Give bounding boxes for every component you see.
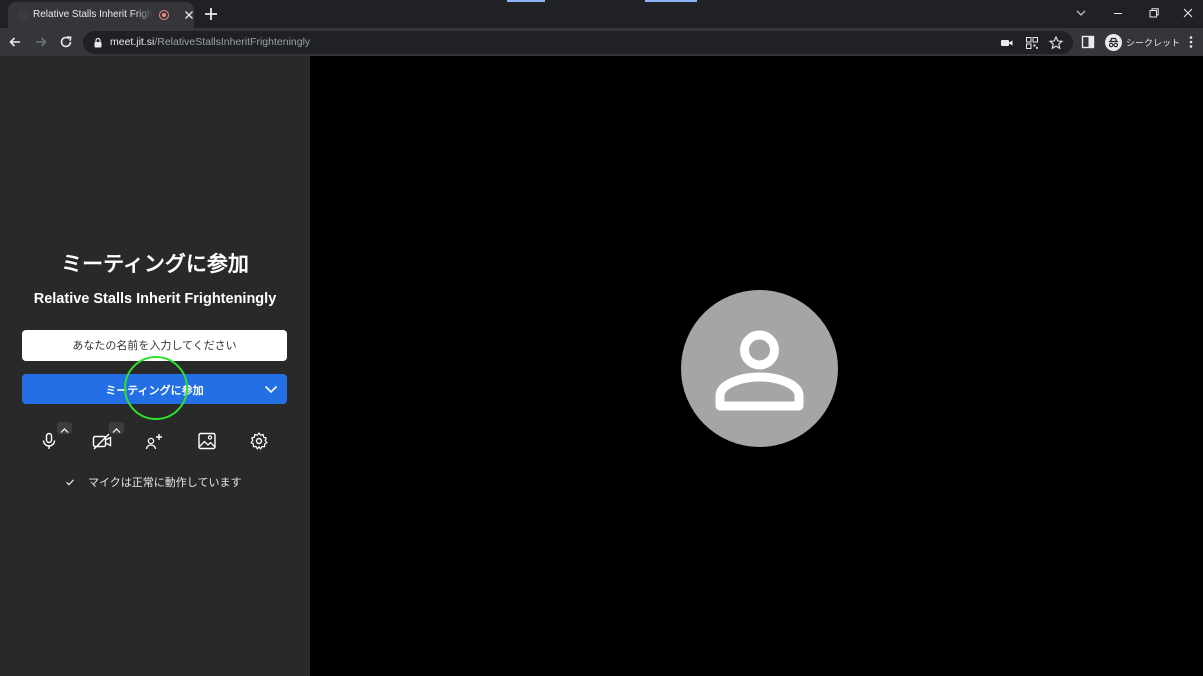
- bookmark-star-icon[interactable]: [1048, 35, 1064, 51]
- prejoin-heading: ミーティングに参加: [61, 252, 249, 276]
- prejoin-panel: ミーティングに参加 Relative Stalls Inherit Fright…: [0, 56, 310, 676]
- forward-icon[interactable]: [33, 34, 49, 50]
- jitsi-favicon-icon: [18, 10, 28, 20]
- tab-title: Relative Stalls Inherit Frighteningly: [33, 9, 153, 20]
- mic-status: マイクは正常に動作しています: [64, 474, 241, 490]
- incognito-profile-button[interactable]: シークレット: [1103, 32, 1188, 52]
- audio-options-caret[interactable]: [57, 422, 72, 434]
- join-options-chevron-icon[interactable]: [263, 381, 279, 397]
- new-tab-icon[interactable]: [203, 6, 219, 22]
- browser-toolbar: meet.jit.si/RelativeStallsInheritFrighte…: [0, 28, 1203, 56]
- minimize-icon[interactable]: [1110, 5, 1126, 21]
- lock-icon[interactable]: [93, 37, 103, 48]
- tab-strip-highlight: [645, 0, 697, 2]
- display-name-input[interactable]: [22, 330, 287, 361]
- chevron-up-icon: [60, 428, 69, 433]
- profile-label: シークレット: [1126, 38, 1181, 49]
- invite-icon[interactable]: [144, 431, 164, 451]
- mic-status-text: マイクは正常に動作しています: [88, 476, 242, 489]
- url-text[interactable]: meet.jit.si/RelativeStallsInheritFrighte…: [110, 36, 310, 48]
- address-bar[interactable]: meet.jit.si/RelativeStallsInheritFrighte…: [83, 31, 1073, 54]
- active-tab[interactable]: Relative Stalls Inherit Frighteningly: [8, 2, 194, 28]
- tab-search-icon[interactable]: [1073, 5, 1089, 21]
- qr-code-icon[interactable]: [1024, 35, 1040, 51]
- more-menu-icon[interactable]: [1183, 34, 1199, 50]
- join-meeting-label: ミーティングに参加: [105, 384, 204, 397]
- tab-strip-highlight: [507, 0, 545, 2]
- user-avatar: [681, 290, 838, 447]
- video-options-caret[interactable]: [109, 422, 124, 434]
- join-meeting-button[interactable]: ミーティングに参加: [22, 374, 287, 404]
- check-icon: [66, 479, 74, 486]
- microphone-icon[interactable]: [39, 431, 59, 451]
- meeting-name: Relative Stalls Inherit Frighteningly: [33, 291, 277, 307]
- back-icon[interactable]: [7, 34, 23, 50]
- restore-icon[interactable]: [1146, 5, 1162, 21]
- incognito-icon: [1105, 33, 1122, 51]
- close-tab-icon[interactable]: [182, 8, 196, 22]
- background-icon[interactable]: [197, 431, 217, 451]
- url-host: meet.jit.si: [110, 36, 155, 48]
- camera-in-use-icon[interactable]: [999, 35, 1015, 51]
- user-silhouette-icon: [715, 330, 804, 411]
- url-path: /RelativeStallsInheritFrighteningly: [154, 36, 311, 48]
- settings-icon[interactable]: [249, 431, 269, 451]
- meeting-page: ミーティングに参加 Relative Stalls Inherit Fright…: [0, 56, 1203, 676]
- browser-tab-strip: Relative Stalls Inherit Frighteningly: [0, 0, 1203, 28]
- chevron-up-icon: [112, 428, 121, 433]
- side-panel-icon[interactable]: [1080, 34, 1096, 50]
- close-window-icon[interactable]: [1180, 5, 1196, 21]
- reload-icon[interactable]: [58, 34, 74, 50]
- recording-indicator-icon: [159, 10, 169, 20]
